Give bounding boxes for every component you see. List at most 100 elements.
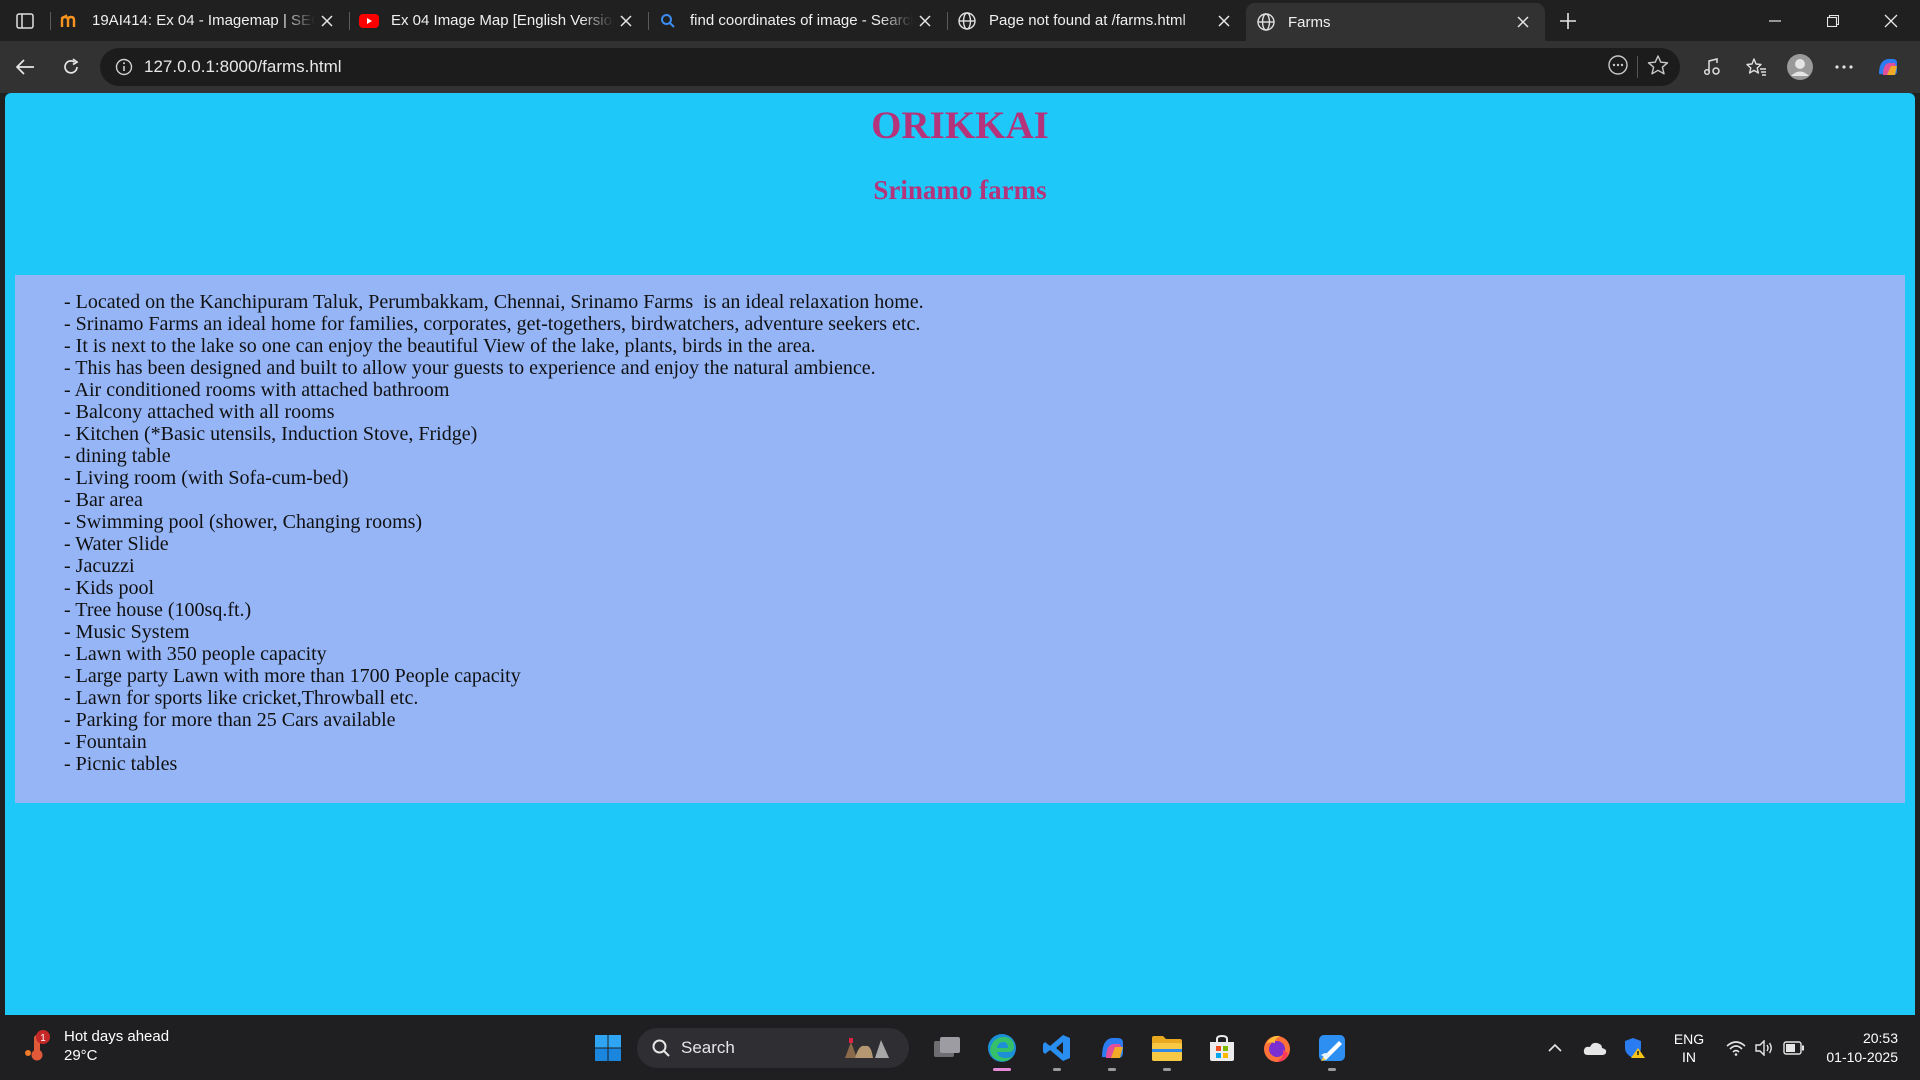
- feature-line: - Kids pool: [64, 577, 154, 599]
- tab-title: Farms: [1288, 13, 1331, 31]
- tab-close-icon[interactable]: [315, 9, 339, 33]
- feature-line: - Balcony attached with all rooms: [64, 401, 335, 423]
- tab-separator: [648, 12, 649, 30]
- weather-temp: 29°C: [64, 1047, 98, 1064]
- show-hidden-icons-button[interactable]: [1535, 1043, 1575, 1053]
- feature-line: - Fountain: [64, 731, 147, 753]
- shield-warning-icon: [1625, 1037, 1645, 1058]
- address-bar[interactable]: 127.0.0.1:8000/farms.html: [100, 48, 1680, 86]
- copilot-app[interactable]: [1084, 1023, 1139, 1073]
- back-button[interactable]: [2, 47, 48, 87]
- task-view-button[interactable]: [919, 1023, 974, 1073]
- feature-line: - Water Slide: [64, 533, 169, 555]
- tab-1[interactable]: 19AI414: Ex 04 - Imagemap | SEC: [50, 0, 349, 41]
- language-indicator[interactable]: ENG IN: [1661, 1030, 1717, 1066]
- window-controls: [1746, 0, 1920, 41]
- security-button[interactable]: [1615, 1036, 1655, 1060]
- feature-line: - dining table: [64, 445, 171, 467]
- feature-line: - Lawn with 350 people capacity: [64, 643, 327, 665]
- firefox-app[interactable]: [1249, 1023, 1304, 1073]
- feature-line: - This has been designed and built to al…: [64, 357, 876, 379]
- favorite-star-icon[interactable]: [1646, 54, 1670, 81]
- globe-icon: [1256, 12, 1276, 32]
- taskbar-search[interactable]: Search: [637, 1028, 909, 1068]
- tab-3[interactable]: find coordinates of image - Search: [648, 0, 947, 41]
- feature-line: - Large party Lawn with more than 1700 P…: [64, 665, 521, 687]
- wifi-button[interactable]: [1723, 1040, 1749, 1056]
- clock-date: 01-10-2025: [1826, 1049, 1898, 1065]
- tab-close-icon[interactable]: [1212, 9, 1236, 33]
- running-indicator: [1052, 1068, 1061, 1071]
- tab-separator: [349, 12, 350, 30]
- weather-widget[interactable]: 1 Hot days ahead 29°C: [24, 1027, 169, 1065]
- tab-close-icon[interactable]: [1511, 10, 1535, 34]
- taskbar-apps: Search: [580, 1023, 1359, 1073]
- feature-line: - Bar area: [64, 489, 143, 511]
- edge-icon: [987, 1034, 1016, 1062]
- search-icon: [652, 1039, 670, 1057]
- moodle-icon: [60, 11, 80, 31]
- reload-button[interactable]: [48, 47, 94, 87]
- tab-separator: [947, 12, 948, 30]
- divider: [1637, 56, 1638, 78]
- tab-2[interactable]: Ex 04 Image Map [English Version]: [349, 0, 648, 41]
- wifi-icon: [1726, 1040, 1746, 1056]
- onedrive-button[interactable]: [1575, 1040, 1615, 1056]
- feature-line: - Music System: [64, 621, 190, 643]
- tab-5-active[interactable]: Farms: [1246, 3, 1545, 41]
- youtube-icon: [359, 11, 379, 31]
- minimize-button[interactable]: [1746, 0, 1804, 41]
- feature-line: - Located on the Kanchipuram Taluk, Peru…: [64, 291, 924, 313]
- firefox-icon: [1263, 1035, 1290, 1062]
- browser-toolbar: 127.0.0.1:8000/farms.html: [0, 41, 1920, 93]
- tab-4[interactable]: Page not found at /farms.html: [947, 0, 1246, 41]
- tab-title: find coordinates of image - Search: [690, 12, 913, 29]
- feature-line: - Picnic tables: [64, 753, 178, 775]
- avatar-icon: [1787, 54, 1813, 80]
- store-app[interactable]: [1194, 1023, 1249, 1073]
- reading-options-icon[interactable]: [1607, 54, 1629, 81]
- media-control-button[interactable]: [1690, 47, 1734, 87]
- battery-button[interactable]: [1779, 1040, 1809, 1055]
- site-info-icon[interactable]: [104, 58, 144, 76]
- toolbar-actions: [1690, 41, 1910, 93]
- search-label: Search: [681, 1038, 735, 1057]
- restore-icon: [1827, 14, 1839, 27]
- clock-time: 20:53: [1862, 1030, 1898, 1046]
- feature-line: - Srinamo Farms an ideal home for famili…: [64, 313, 921, 335]
- close-window-button[interactable]: [1862, 0, 1920, 41]
- url-text[interactable]: 127.0.0.1:8000/farms.html: [144, 57, 342, 77]
- file-explorer-app[interactable]: [1139, 1023, 1194, 1073]
- tab-separator: [50, 12, 51, 30]
- paint-app[interactable]: [1304, 1023, 1359, 1073]
- page-viewport: ORIKKAI Srinamo farms - Located on the K…: [5, 93, 1915, 1015]
- file-explorer-icon: [1151, 1036, 1182, 1061]
- profile-button[interactable]: [1778, 47, 1822, 87]
- close-icon: [1884, 14, 1898, 27]
- store-icon: [1209, 1034, 1234, 1061]
- new-tab-button[interactable]: [1545, 0, 1591, 41]
- globe-icon: [957, 11, 977, 31]
- start-button[interactable]: [580, 1023, 635, 1073]
- volume-button[interactable]: [1749, 1039, 1779, 1056]
- feature-line: - Jacuzzi: [64, 555, 135, 577]
- clock[interactable]: 20:53 01-10-2025: [1826, 1029, 1898, 1067]
- running-indicator: [1107, 1068, 1116, 1071]
- tab-close-icon[interactable]: [913, 9, 937, 33]
- windows-start-icon: [594, 1035, 621, 1061]
- more-dots-icon: [1835, 65, 1853, 69]
- vscode-app[interactable]: [1029, 1023, 1084, 1073]
- settings-more-button[interactable]: [1822, 47, 1866, 87]
- tab-actions-button[interactable]: [0, 0, 50, 41]
- restore-button[interactable]: [1804, 0, 1862, 41]
- minimize-icon: [1769, 19, 1781, 22]
- page-subtitle: Srinamo farms: [873, 175, 1047, 205]
- tab-close-icon[interactable]: [614, 9, 638, 33]
- edge-app[interactable]: [974, 1023, 1029, 1073]
- chevron-up-icon: [1548, 1043, 1562, 1052]
- copilot-button[interactable]: [1866, 47, 1910, 87]
- copilot-icon: [1879, 59, 1897, 75]
- vscode-icon: [1042, 1035, 1070, 1061]
- favorites-button[interactable]: [1734, 47, 1778, 87]
- features-panel: - Located on the Kanchipuram Taluk, Peru…: [15, 275, 1905, 803]
